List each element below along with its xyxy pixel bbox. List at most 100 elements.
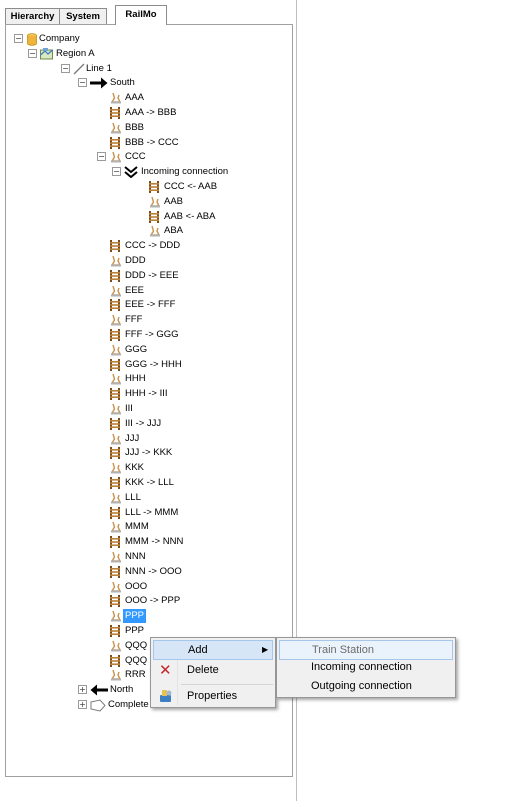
tree-node-label: III: [125, 403, 133, 414]
tree-node-label: North: [110, 684, 134, 696]
incoming-connection-icon: [124, 166, 138, 179]
tree-node-label: ABA: [164, 225, 184, 237]
tree-node-label: NNN -> OOO: [125, 565, 182, 577]
tree-node-label: AAB <- ABA: [164, 210, 216, 222]
collapse-icon[interactable]: −: [28, 48, 37, 58]
line-icon: [73, 63, 87, 75]
track-icon: [109, 565, 123, 578]
track-icon: [109, 625, 123, 637]
station-icon: [109, 314, 123, 326]
tree-node-label: LLL: [125, 491, 141, 503]
track-icon: [109, 388, 123, 401]
delete-icon: ✕: [159, 661, 172, 679]
track-icon: [109, 107, 123, 119]
menu-item-properties[interactable]: Properties: [153, 686, 273, 706]
arrow-left-icon: [90, 684, 108, 696]
track-icon: [148, 210, 162, 223]
tree-node-label: FFF: [125, 314, 143, 326]
station-icon: [109, 462, 123, 474]
submenu-arrow-icon: ▶: [262, 645, 269, 654]
tree-node-label: GGG -> HHH: [125, 358, 182, 370]
expand-icon[interactable]: +: [78, 685, 87, 695]
tree-node-label: BBB: [125, 121, 145, 133]
submenu-item-outgoing-connection[interactable]: Outgoing connection: [279, 676, 453, 696]
track-icon: [109, 269, 123, 282]
track-icon: [109, 447, 123, 460]
tree-node-label: DDD -> EEE: [125, 269, 179, 281]
track-icon: [109, 477, 123, 489]
tree-node-label: CCC <- AAB: [164, 181, 218, 192]
tree-node-label: Company: [39, 33, 80, 44]
tree-node-label: EEE: [125, 284, 145, 296]
tree-node-label: MMM -> NNN: [125, 536, 184, 548]
expand-icon[interactable]: +: [78, 700, 87, 709]
station-icon: [109, 122, 123, 134]
tree-node-label: NNN: [125, 551, 146, 562]
track-icon: [109, 136, 123, 149]
track-icon: [109, 358, 123, 371]
station-icon: [109, 610, 123, 622]
station-icon: [148, 225, 162, 237]
station-icon: [109, 151, 123, 163]
station-icon: [109, 492, 123, 504]
tree-node-label: OOO -> PPP: [125, 595, 181, 607]
tab-hierarchy[interactable]: Hierarchy: [5, 8, 60, 24]
tree-node-label: CCC: [125, 151, 146, 163]
station-icon: [109, 403, 123, 415]
tab-strip: Hierarchy System RailMo: [5, 5, 293, 25]
track-icon: [109, 417, 123, 430]
station-icon: [109, 640, 123, 652]
tree-node-label: KKK -> LLL: [125, 477, 174, 488]
tree-node-label: BBB -> CCC: [125, 136, 179, 148]
tree-node-label: Line 1: [86, 62, 112, 74]
properties-icon: [158, 689, 174, 710]
tree-node-label: HHH: [125, 373, 146, 385]
menu-item-delete[interactable]: ✕ Delete: [153, 660, 273, 680]
tree-node-label: HHH -> III: [125, 388, 168, 400]
station-icon: [109, 669, 123, 681]
track-icon: [109, 240, 123, 253]
tree-node-label: EEE -> FFF: [125, 299, 176, 311]
station-icon: [109, 433, 123, 445]
arrow-right-icon: [90, 77, 108, 89]
collapse-icon[interactable]: −: [61, 63, 70, 73]
tab-railmo[interactable]: RailMo: [115, 5, 167, 25]
collapse-icon[interactable]: −: [14, 34, 23, 43]
tree-node-label: AAB: [164, 195, 184, 207]
menu-item-add-label: Add: [188, 644, 208, 656]
tree-node-label: LLL -> MMM: [125, 506, 179, 518]
region-icon: [40, 47, 54, 60]
tree-node-label: Incoming connection: [141, 166, 229, 178]
station-icon: [148, 196, 162, 208]
tree-node-label: AAA: [125, 92, 145, 104]
tree-node-label: OOO: [125, 580, 148, 592]
station-icon: [109, 521, 123, 533]
station-icon: [109, 344, 123, 356]
collapse-icon[interactable]: −: [112, 167, 121, 177]
station-icon: [109, 255, 123, 267]
route-icon: [90, 699, 106, 712]
tree-node-label: CCC -> DDD: [125, 240, 181, 252]
menu-separator: [181, 684, 273, 685]
collapse-icon[interactable]: −: [78, 78, 87, 88]
menu-item-delete-label: Delete: [187, 664, 219, 676]
track-icon: [109, 654, 123, 667]
tree-node-label: Region A: [56, 47, 95, 59]
tree-node-label: JJJ -> KKK: [125, 447, 173, 459]
tree-node-label: GGG: [125, 343, 148, 355]
submenu-item-incoming-connection[interactable]: Incoming connection: [279, 657, 453, 677]
tree-node-label: South: [110, 77, 135, 89]
menu-item-add[interactable]: Add ▶: [153, 640, 273, 660]
tree-node-label: MMM: [125, 521, 149, 533]
tree-node-label: QQQ: [125, 639, 148, 651]
tree-node-label: PPP: [125, 625, 145, 636]
tab-system[interactable]: System: [59, 8, 107, 24]
context-menu: Add ▶ ✕ Delete Properties: [150, 637, 276, 708]
tree-node-label: FFF -> GGG: [125, 329, 179, 340]
station-icon: [109, 551, 123, 563]
tree-node-label: KKK: [125, 462, 145, 474]
collapse-icon[interactable]: −: [97, 152, 106, 162]
track-icon: [109, 329, 123, 341]
tree-node-label: PPP: [123, 609, 147, 624]
station-icon: [109, 92, 123, 104]
